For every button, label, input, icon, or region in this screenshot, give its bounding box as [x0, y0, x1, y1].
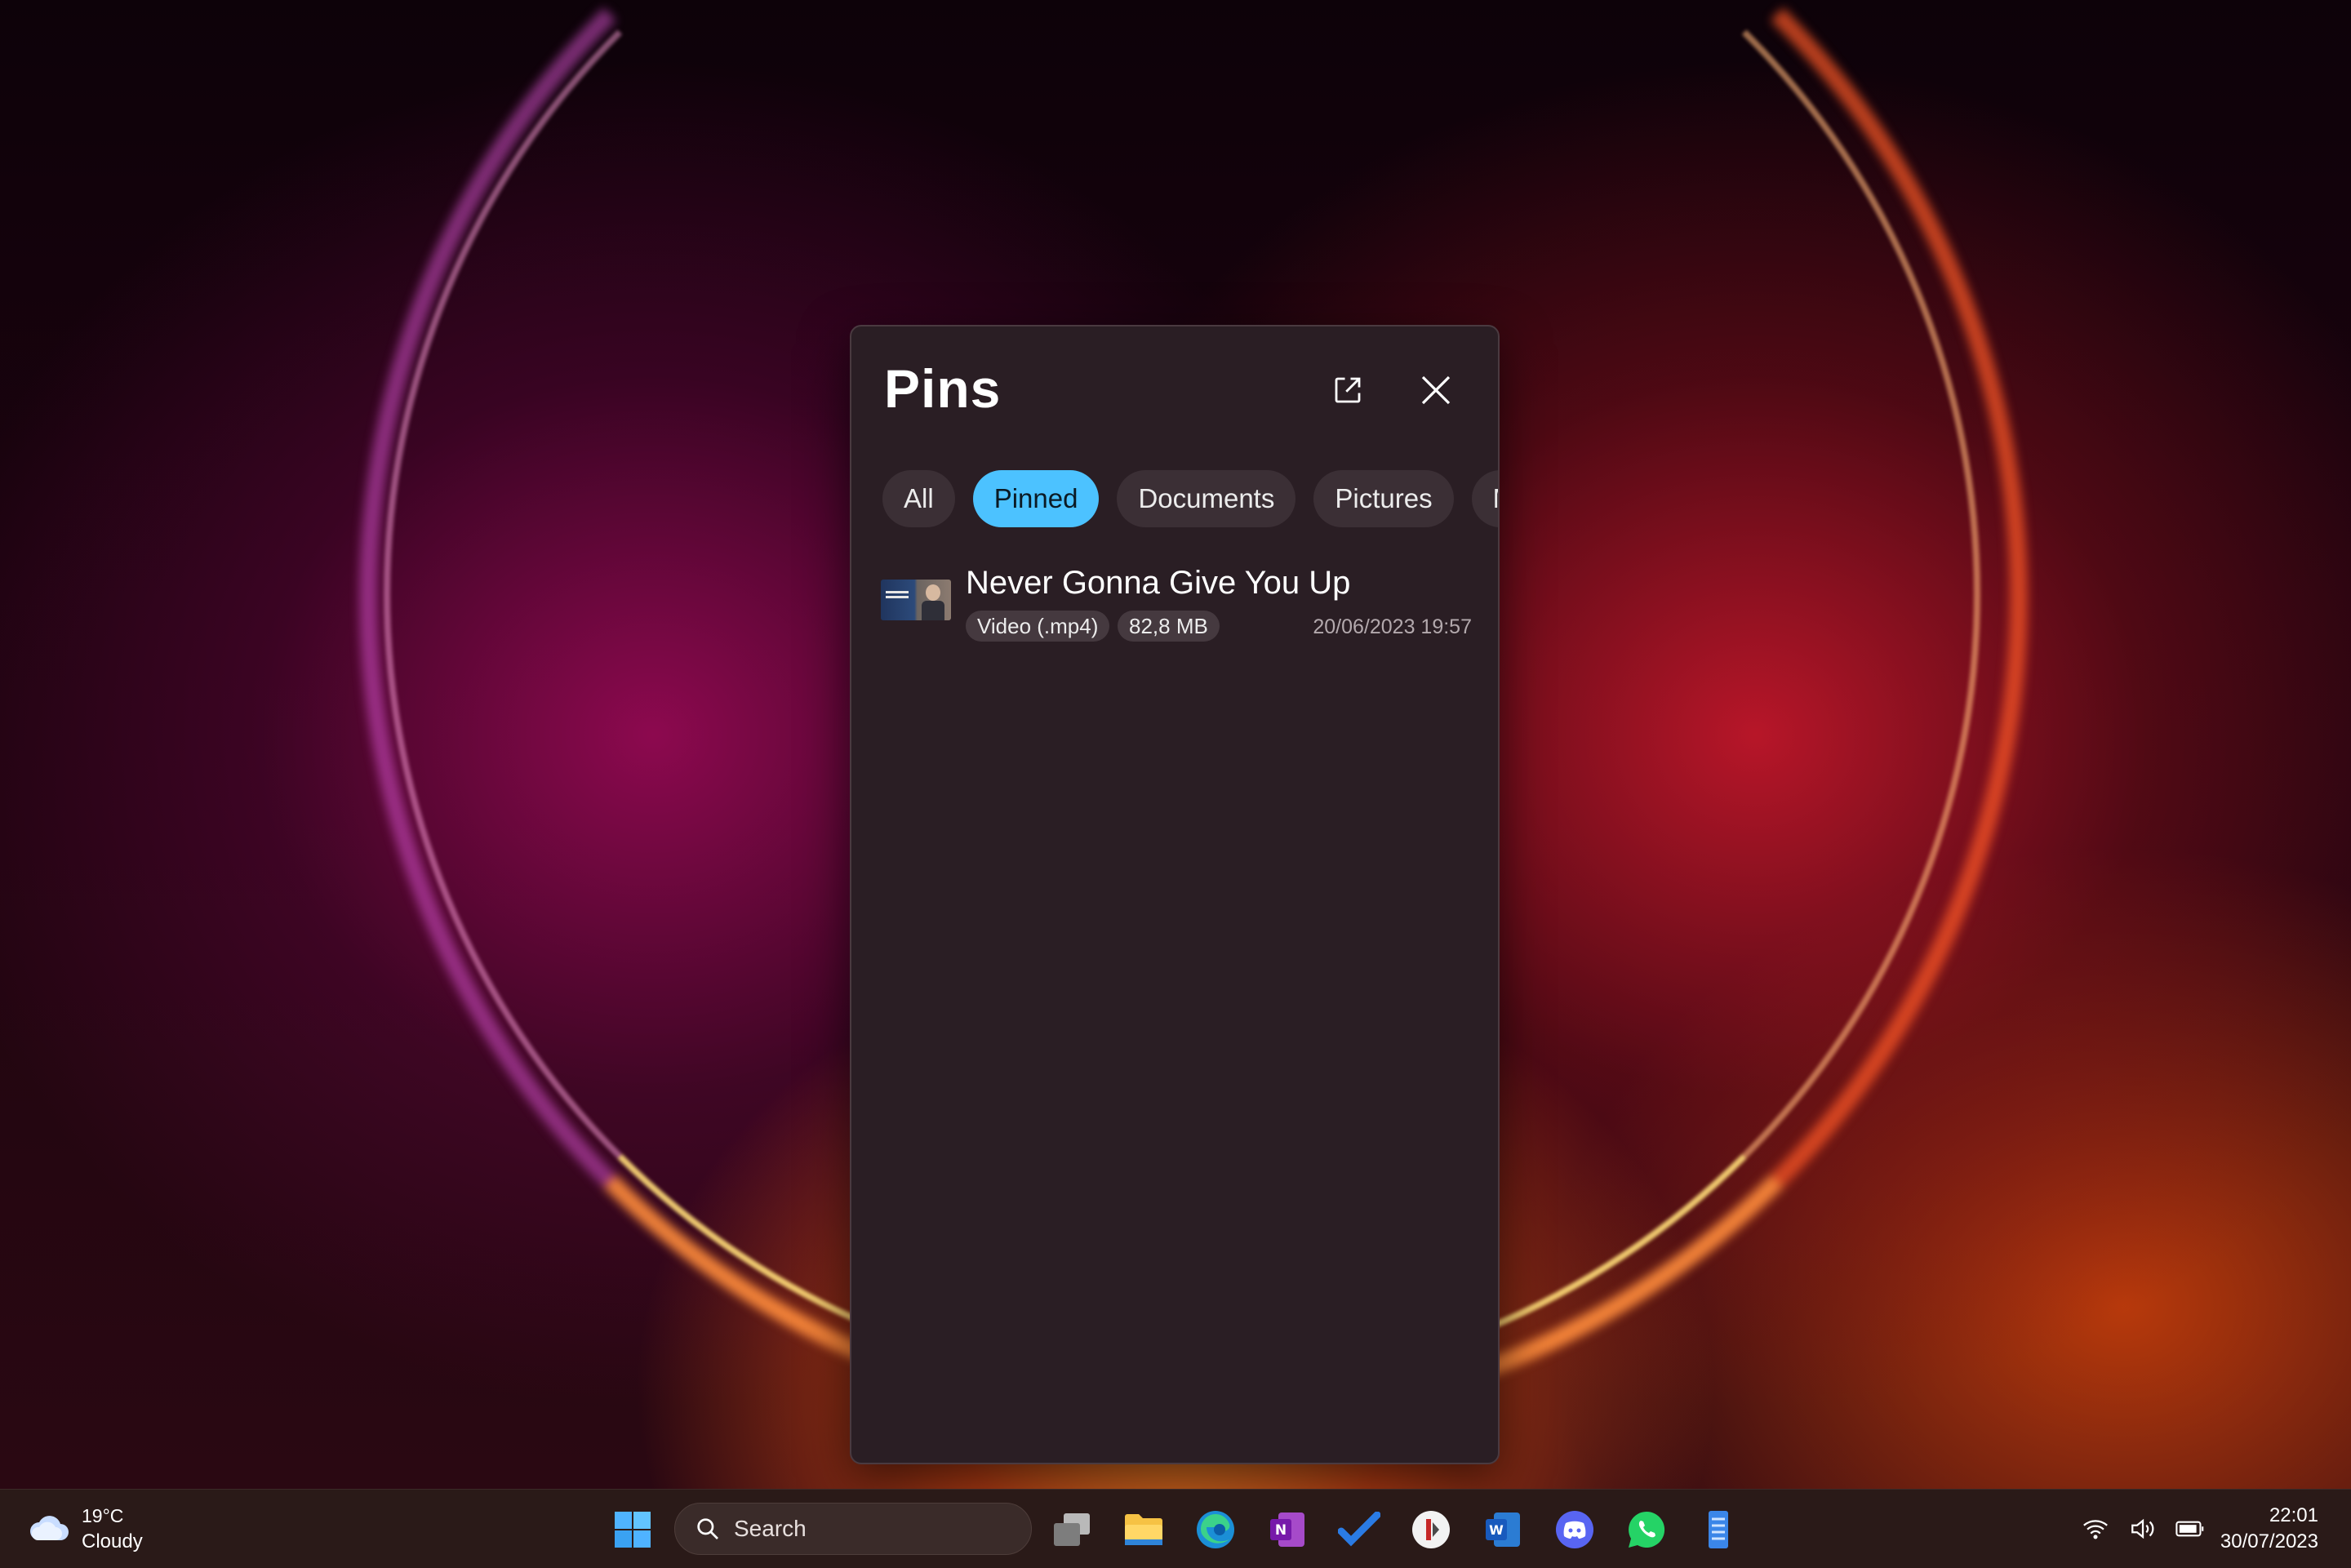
- filter-chips: All Pinned Documents Pictures Music: [882, 470, 1498, 529]
- item-date: 20/06/2023 19:57: [1313, 615, 1472, 638]
- filter-chip-documents[interactable]: Documents: [1117, 470, 1296, 527]
- discord-button[interactable]: [1551, 1506, 1598, 1553]
- system-tray: [2080, 1512, 2206, 1545]
- clock[interactable]: 22:01 30/07/2023: [2220, 1503, 2318, 1555]
- search-placeholder: Search: [734, 1516, 807, 1541]
- onenote-icon: N: [1270, 1512, 1304, 1547]
- search-box[interactable]: Search: [674, 1503, 1032, 1555]
- wifi-icon: [2083, 1520, 2108, 1539]
- app-button[interactable]: [1407, 1506, 1455, 1553]
- volume-icon: [2131, 1518, 2154, 1539]
- whatsapp-button[interactable]: [1623, 1506, 1670, 1553]
- filter-chip-all[interactable]: All: [882, 470, 955, 527]
- weather-condition: Cloudy: [82, 1530, 143, 1552]
- app-icon: [1412, 1511, 1450, 1548]
- weather-widget[interactable]: 19°C Cloudy: [28, 1503, 143, 1555]
- clock-date: 30/07/2023: [2220, 1530, 2318, 1552]
- edge-icon: [1197, 1511, 1234, 1548]
- popout-button[interactable]: [1318, 361, 1377, 420]
- whatsapp-icon: [1629, 1511, 1665, 1548]
- word-icon: W: [1486, 1512, 1520, 1547]
- open-in-new-window-icon: [1335, 377, 1361, 403]
- word-button[interactable]: W: [1479, 1506, 1527, 1553]
- battery-button[interactable]: [2175, 1513, 2206, 1544]
- battery-icon: [2175, 1521, 2204, 1537]
- search-icon: [693, 1514, 722, 1544]
- item-title: Never Gonna Give You Up: [966, 565, 1351, 601]
- file-type-badge: Video (.mp4): [966, 611, 1110, 642]
- pins-flyout: Pins All Pinned Documents Pictures Music…: [850, 325, 1500, 1464]
- svg-text:W: W: [1489, 1522, 1504, 1538]
- notepad-button[interactable]: [1695, 1506, 1742, 1553]
- windows-start-icon: [615, 1512, 651, 1548]
- task-view-icon: [1054, 1513, 1090, 1546]
- filter-chip-pictures[interactable]: Pictures: [1313, 470, 1454, 527]
- svg-text:N: N: [1275, 1522, 1287, 1539]
- filter-chip-music[interactable]: Music: [1471, 470, 1498, 527]
- filter-chip-pinned[interactable]: Pinned: [972, 470, 1100, 527]
- file-size-badge: 82,8 MB: [1118, 611, 1220, 642]
- cloud-icon: [30, 1516, 69, 1540]
- task-view-button[interactable]: [1048, 1506, 1096, 1553]
- edge-button[interactable]: [1192, 1506, 1239, 1553]
- notepad-icon: [1709, 1511, 1728, 1548]
- todo-icon: [1338, 1512, 1380, 1547]
- discord-icon: [1556, 1511, 1593, 1548]
- list-item[interactable]: Never Gonna Give You Up Video (.mp4) 82,…: [881, 565, 1472, 655]
- taskbar: 19°C Cloudy Search N W 22:01 30/07/2023: [0, 1489, 2351, 1568]
- start-button[interactable]: [609, 1506, 656, 1553]
- onenote-button[interactable]: N: [1264, 1506, 1311, 1553]
- flyout-title: Pins: [884, 358, 1002, 419]
- file-explorer-button[interactable]: [1120, 1506, 1167, 1553]
- video-thumbnail: [881, 580, 951, 620]
- file-explorer-icon: [1125, 1514, 1162, 1545]
- close-button[interactable]: [1407, 361, 1465, 420]
- volume-button[interactable]: [2127, 1513, 2158, 1544]
- close-icon: [1421, 375, 1451, 405]
- clock-time: 22:01: [2269, 1504, 2318, 1526]
- wifi-button[interactable]: [2080, 1513, 2111, 1544]
- weather-temperature: 19°C: [82, 1505, 124, 1526]
- todo-button[interactable]: [1335, 1506, 1383, 1553]
